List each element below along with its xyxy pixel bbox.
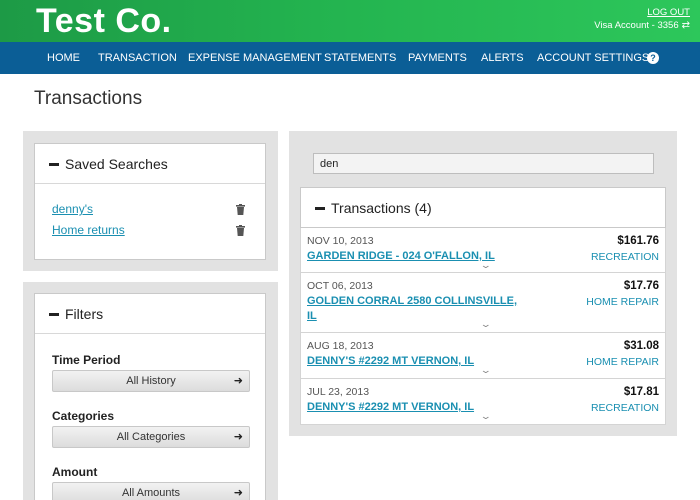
- nav-statements[interactable]: STATEMENTS: [324, 42, 396, 74]
- categories-label: Categories: [52, 409, 115, 423]
- transaction-row[interactable]: NOV 10, 2013 $161.76 GARDEN RIDGE - 024 …: [300, 228, 666, 273]
- nav-transaction[interactable]: TRANSACTION: [98, 42, 177, 74]
- transaction-date: NOV 10, 2013: [307, 235, 374, 247]
- time-period-value: All History: [126, 375, 176, 387]
- filters-header[interactable]: Filters: [35, 294, 265, 334]
- transactions-title: Transactions (4): [331, 200, 432, 216]
- transaction-amount: $17.76: [623, 280, 659, 292]
- nav-alerts[interactable]: ALERTS: [481, 42, 524, 74]
- arrow-right-icon: ➜: [233, 375, 243, 387]
- chevron-down-icon[interactable]: ⌄: [480, 319, 492, 330]
- help-icon[interactable]: ?: [647, 52, 659, 64]
- arrow-right-icon: ➜: [233, 431, 243, 443]
- time-period-select[interactable]: All History ➜: [52, 370, 250, 392]
- chevron-down-icon[interactable]: ⌄: [480, 260, 492, 271]
- amount-value: All Amounts: [121, 487, 181, 499]
- categories-select[interactable]: All Categories ➜: [52, 426, 250, 448]
- transaction-merchant-link[interactable]: DENNY'S #2292 MT VERNON, IL: [307, 354, 527, 369]
- transaction-row[interactable]: AUG 18, 2013 $31.08 DENNY'S #2292 MT VER…: [300, 333, 666, 379]
- filters-card: Filters Time Period All History ➜ Categor…: [34, 293, 266, 500]
- main-nav: HOME TRANSACTION EXPENSE MANAGEMENT STAT…: [0, 42, 700, 74]
- brand-logo: Test Co.: [36, 2, 172, 40]
- trash-icon[interactable]: [236, 204, 245, 215]
- switch-account-icon[interactable]: ⇄: [682, 19, 690, 32]
- transaction-amount: $31.08: [623, 340, 659, 352]
- trash-icon[interactable]: [236, 225, 245, 236]
- search-input[interactable]: [313, 153, 654, 174]
- amount-select[interactable]: All Amounts ➜: [52, 482, 250, 500]
- saved-searches-card: Saved Searches denny's Home returns: [34, 143, 266, 260]
- saved-searches-header[interactable]: Saved Searches: [35, 144, 265, 184]
- transaction-date: JUL 23, 2013: [307, 386, 370, 398]
- logout-link[interactable]: LOG OUT: [594, 6, 690, 19]
- nav-home[interactable]: HOME: [47, 42, 80, 74]
- account-label: Visa Account - 3356: [594, 20, 679, 31]
- transaction-category: RECREATION: [590, 251, 659, 263]
- page-title: Transactions: [34, 88, 143, 109]
- nav-account-settings[interactable]: ACCOUNT SETTINGS: [537, 42, 649, 74]
- saved-searches-title: Saved Searches: [65, 156, 168, 172]
- top-header: Test Co. LOG OUT Visa Account - 3356 ⇄: [0, 0, 700, 42]
- transaction-amount: $17.81: [623, 386, 659, 398]
- transaction-category: HOME REPAIR: [586, 356, 659, 368]
- transaction-amount: $161.76: [617, 235, 659, 247]
- chevron-down-icon[interactable]: ⌄: [480, 411, 492, 422]
- transaction-category: RECREATION: [590, 402, 659, 414]
- transaction-date: OCT 06, 2013: [307, 280, 373, 292]
- time-period-label: Time Period: [52, 353, 121, 367]
- nav-payments[interactable]: PAYMENTS: [408, 42, 467, 74]
- amount-label: Amount: [52, 465, 98, 479]
- transaction-date: AUG 18, 2013: [307, 340, 374, 352]
- transactions-header[interactable]: Transactions (4): [300, 187, 666, 228]
- transaction-merchant-link[interactable]: GARDEN RIDGE - 024 O'FALLON, IL: [307, 249, 527, 264]
- transaction-row[interactable]: OCT 06, 2013 $17.76 GOLDEN CORRAL 2580 C…: [300, 273, 666, 333]
- account-area: LOG OUT Visa Account - 3356 ⇄: [594, 6, 690, 32]
- collapse-icon[interactable]: [315, 206, 325, 210]
- chevron-down-icon[interactable]: ⌄: [480, 365, 492, 376]
- transaction-merchant-link[interactable]: GOLDEN CORRAL 2580 COLLINSVILLE, IL: [307, 294, 527, 324]
- saved-search-link[interactable]: denny's: [52, 202, 93, 216]
- arrow-right-icon: ➜: [233, 487, 243, 499]
- transaction-row[interactable]: JUL 23, 2013 $17.81 DENNY'S #2292 MT VER…: [300, 379, 666, 425]
- saved-search-link[interactable]: Home returns: [52, 223, 125, 237]
- transaction-category: HOME REPAIR: [586, 296, 659, 308]
- filters-title: Filters: [65, 306, 104, 322]
- categories-value: All Categories: [116, 431, 186, 443]
- collapse-icon[interactable]: [49, 312, 59, 316]
- nav-expense-management[interactable]: EXPENSE MANAGEMENT: [188, 42, 322, 74]
- account-switcher[interactable]: Visa Account - 3356 ⇄: [594, 19, 690, 32]
- transaction-merchant-link[interactable]: DENNY'S #2292 MT VERNON, IL: [307, 400, 527, 415]
- collapse-icon[interactable]: [49, 162, 59, 166]
